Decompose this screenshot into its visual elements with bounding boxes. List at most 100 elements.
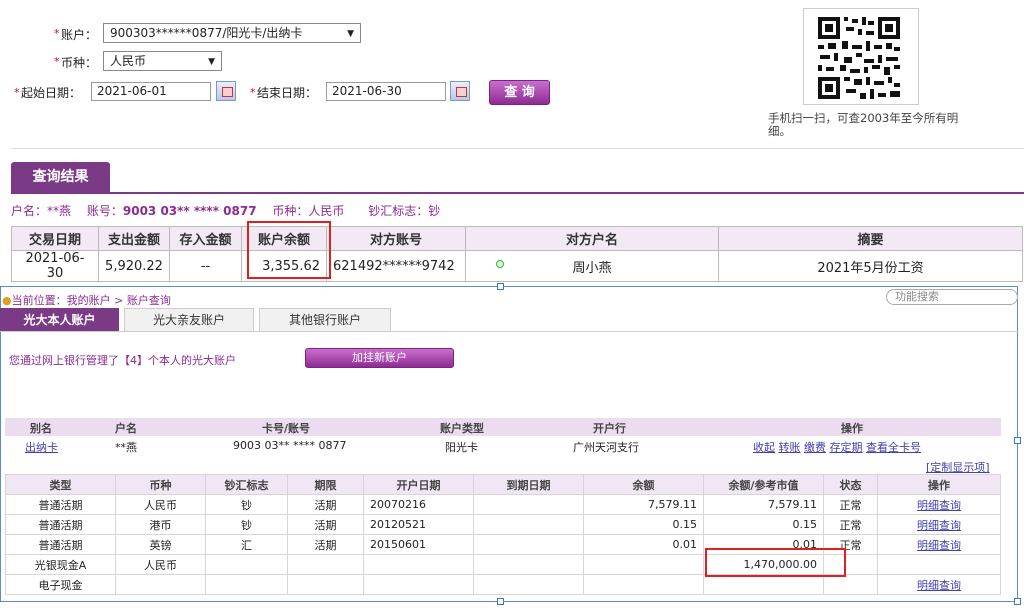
resize-handle[interactable] xyxy=(1014,437,1021,444)
breadcrumb-prefix: 当前位置： xyxy=(11,294,67,307)
table-header-row: 类型 币种 钞汇标志 期限 开户日期 到期日期 余额 余额/参考市值 状态 操作 xyxy=(5,474,1001,495)
required-mark: * xyxy=(250,86,256,99)
account-select-value: 900303******0877/阳光卡/出纳卡 xyxy=(110,26,303,40)
highlight-box xyxy=(247,221,331,279)
tab-family-accounts[interactable]: 光大亲友账户 xyxy=(124,308,254,332)
customize-columns-link[interactable]: [定制显示项] xyxy=(926,459,990,475)
table-cell xyxy=(473,554,584,575)
manage-text: 您通过网上银行管理了【4】个本人的光大账户 xyxy=(9,354,236,367)
breadcrumb: ●当前位置：我的账户 > 账户查询 xyxy=(2,292,171,308)
query-button[interactable]: 查 询 xyxy=(489,80,550,105)
table-cell: 汇 xyxy=(205,534,288,555)
col-header: 对方账号 xyxy=(326,226,466,251)
table-cell: 普通活期 xyxy=(5,494,116,515)
table-cell: 活期 xyxy=(287,494,364,515)
currency-select[interactable]: 人民币 ▼ xyxy=(103,51,222,71)
table-cell: 0.01 xyxy=(583,534,704,555)
resize-handle[interactable] xyxy=(497,598,504,605)
col-header: 账户类型 xyxy=(440,422,484,435)
col-header: 余额/参考市值 xyxy=(703,474,824,495)
account-holder: **燕 xyxy=(115,441,137,454)
tab-own-accounts[interactable]: 光大本人账户 xyxy=(0,308,119,332)
acct-number: 9003 03** **** 0877 xyxy=(122,204,257,218)
anchor-dot xyxy=(496,260,504,268)
col-header: 类型 xyxy=(5,474,116,495)
chevron-down-icon: ▼ xyxy=(208,57,215,67)
col-header: 到期日期 xyxy=(473,474,584,495)
table-cell: 20150601 xyxy=(363,534,474,555)
table-cell xyxy=(583,574,704,595)
name-label: 户名： xyxy=(11,204,48,218)
table-cell: 0.15 xyxy=(583,514,704,535)
table-cell: 人民币 xyxy=(115,554,206,575)
table-cell xyxy=(287,574,364,595)
detail-query-link[interactable]: 明细查询 xyxy=(877,494,1001,515)
detail-query-link[interactable]: 明细查询 xyxy=(877,574,1001,595)
start-date-input[interactable]: 2021-06-01 xyxy=(91,82,211,101)
table-cell: 活期 xyxy=(287,514,364,535)
table-cell: 普通活期 xyxy=(5,534,116,555)
sub-account-table: 类型 币种 钞汇标志 期限 开户日期 到期日期 余额 余额/参考市值 状态 操作 普通活期 人民币钞… xyxy=(5,474,1001,595)
account-card: 9003 03** **** 0877 xyxy=(233,439,347,452)
table-row: 电子现金 明细查询 xyxy=(5,574,1001,595)
divider xyxy=(11,192,1024,194)
table-cell: 正常 xyxy=(823,514,878,535)
currency: 人民币 xyxy=(308,204,345,218)
detail-query-link[interactable]: 明细查询 xyxy=(877,514,1001,535)
function-search-input[interactable]: 功能搜索 xyxy=(886,289,1018,305)
table-header-row: 交易日期 支出金额 存入金额 账户余额 对方账号 对方户名 摘要 xyxy=(11,226,1023,251)
divider xyxy=(0,331,1018,332)
transaction-table: 交易日期 支出金额 存入金额 账户余额 对方账号 对方户名 摘要 2021-06… xyxy=(11,226,1023,282)
account-label: 账户： xyxy=(61,28,98,42)
table-cell xyxy=(473,534,584,555)
required-mark: * xyxy=(54,55,60,68)
table-cell xyxy=(583,554,704,575)
currency-select-value: 人民币 xyxy=(110,54,147,68)
required-mark: * xyxy=(14,86,20,99)
collapse-link[interactable]: 收起 xyxy=(753,441,775,454)
table-cell: 7,579.11 xyxy=(583,494,704,515)
table-cell xyxy=(287,554,364,575)
location-icon: ● xyxy=(2,294,12,307)
cell-summary: 2021年5月份工资 xyxy=(718,250,1023,282)
resize-handle[interactable] xyxy=(1014,598,1021,605)
table-cell xyxy=(205,554,288,575)
cell-credit: -- xyxy=(169,250,242,282)
fixed-deposit-link[interactable]: 存定期 xyxy=(830,441,863,454)
resize-handle[interactable] xyxy=(497,283,504,290)
table-cell: 人民币 xyxy=(115,494,206,515)
account-type: 阳光卡 xyxy=(445,441,478,454)
tab-query-result[interactable]: 查询结果 xyxy=(11,162,110,192)
calendar-icon[interactable] xyxy=(450,81,470,101)
add-account-button[interactable]: 加挂新账户 xyxy=(305,348,454,368)
detail-query-link xyxy=(877,554,1001,575)
table-cell: 0.15 xyxy=(703,514,824,535)
chevron-down-icon: ▼ xyxy=(347,29,354,39)
cell-date: 2021-06-30 xyxy=(11,250,99,282)
highlight-box xyxy=(705,548,846,577)
col-header: 余额 xyxy=(583,474,704,495)
payment-link[interactable]: 缴费 xyxy=(804,441,826,454)
acct-label: 账号： xyxy=(86,204,123,218)
tab-other-bank-accounts[interactable]: 其他银行账户 xyxy=(259,308,391,332)
table-cell: 20070216 xyxy=(363,494,474,515)
detail-query-link[interactable]: 明细查询 xyxy=(877,534,1001,555)
col-header: 币种 xyxy=(115,474,206,495)
account-select[interactable]: 900303******0877/阳光卡/出纳卡 ▼ xyxy=(103,23,361,43)
transfer-link[interactable]: 转账 xyxy=(779,441,801,454)
table-cell: 普通活期 xyxy=(5,514,116,535)
account-bank: 广州天河支行 xyxy=(573,441,639,454)
qr-code-icon xyxy=(816,15,902,101)
table-row: 2021-06-30 5,920.22 -- 3,355.62 621492**… xyxy=(11,250,1023,282)
cash-flag: 钞 xyxy=(428,204,441,218)
calendar-icon[interactable] xyxy=(216,81,236,101)
account-alias-link[interactable]: 出纳卡 xyxy=(25,439,58,455)
table-cell: 电子现金 xyxy=(5,574,116,595)
table-row: 普通活期 英镑汇活期 20150601 0.01 0.01 正常 明细查询 xyxy=(5,534,1001,555)
col-header: 开户日期 xyxy=(363,474,474,495)
breadcrumb-home[interactable]: 我的账户 xyxy=(67,294,111,307)
end-date-input[interactable]: 2021-06-30 xyxy=(326,82,446,101)
start-date-label: 起始日期： xyxy=(21,86,82,100)
col-header: 状态 xyxy=(823,474,878,495)
full-card-link[interactable]: 查看全卡号 xyxy=(866,441,921,454)
